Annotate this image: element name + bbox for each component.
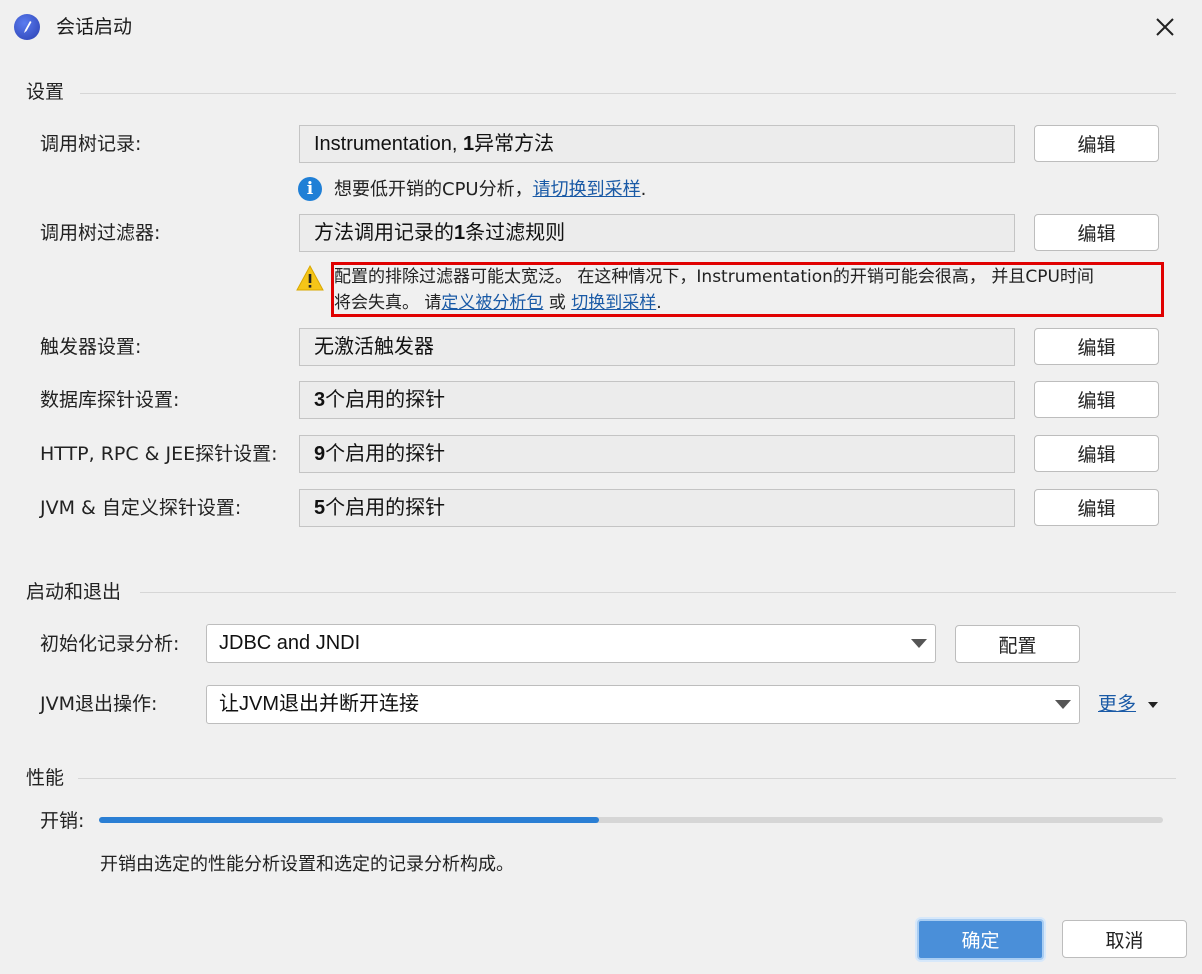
http-rpc-jee-probes-label: HTTP, RPC & JEE探针设置:: [40, 443, 278, 465]
more-link[interactable]: 更多: [1098, 693, 1136, 715]
ok-button[interactable]: 确定: [917, 919, 1044, 960]
settings-separator: [80, 93, 1176, 94]
performance-separator: [78, 778, 1176, 779]
edit-call-tree-filter-button[interactable]: 编辑: [1034, 214, 1159, 251]
jvm-exit-action-label: JVM退出操作:: [40, 693, 158, 715]
edit-call-tree-recording-button[interactable]: 编辑: [1034, 125, 1159, 162]
call-tree-filter-label: 调用树过滤器:: [40, 222, 161, 244]
jvm-custom-probes-field: 5个启用的探针: [299, 489, 1015, 527]
overhead-description: 开销由选定的性能分析设置和选定的记录分析构成。: [100, 854, 514, 875]
app-logo-icon: [14, 14, 40, 40]
window-title: 会话启动: [56, 16, 133, 38]
jvm-custom-probes-label: JVM & 自定义探针设置:: [40, 497, 242, 519]
chevron-down-icon: [1055, 700, 1071, 709]
http-rpc-jee-probes-field: 9个启用的探针: [299, 435, 1015, 473]
filter-warning-message: 配置的排除过滤器可能太宽泛。 在这种情况下，Instrumentation的开销…: [334, 267, 1094, 313]
performance-heading: 性能: [26, 767, 65, 789]
cancel-button[interactable]: 取消: [1062, 920, 1187, 958]
switch-to-sampling-link[interactable]: 请切换到采样: [533, 179, 641, 200]
configure-button[interactable]: 配置: [955, 625, 1080, 663]
define-profiled-packages-link[interactable]: 定义被分析包: [441, 293, 543, 313]
more-dropdown[interactable]: 更多: [1098, 692, 1159, 716]
jvm-exit-action-select[interactable]: 让JVM退出并断开连接: [206, 685, 1080, 724]
call-tree-recording-field: Instrumentation, 1异常方法: [299, 125, 1015, 163]
edit-trigger-settings-button[interactable]: 编辑: [1034, 328, 1159, 365]
call-tree-recording-label: 调用树记录:: [40, 133, 142, 155]
initial-recording-label: 初始化记录分析:: [40, 633, 180, 655]
startup-exit-separator: [140, 592, 1176, 593]
switch-to-sampling-link-2[interactable]: 切换到采样: [571, 293, 656, 313]
settings-heading: 设置: [26, 81, 65, 103]
cpu-sampling-note: 想要低开销的CPU分析，请切换到采样.: [334, 179, 647, 200]
startup-exit-heading: 启动和退出: [26, 581, 122, 603]
chevron-down-icon: [911, 639, 927, 648]
caret-down-icon: [1148, 701, 1159, 708]
initial-recording-select[interactable]: JDBC and JNDI: [206, 624, 936, 663]
edit-database-probes-button[interactable]: 编辑: [1034, 381, 1159, 418]
database-probes-field: 3个启用的探针: [299, 381, 1015, 419]
edit-http-rpc-jee-probes-button[interactable]: 编辑: [1034, 435, 1159, 472]
overhead-bar: [99, 817, 1163, 823]
close-button[interactable]: [1150, 12, 1180, 42]
overhead-bar-fill: [99, 817, 600, 823]
edit-jvm-custom-probes-button[interactable]: 编辑: [1034, 489, 1159, 526]
overhead-label: 开销:: [40, 810, 85, 832]
warning-icon: [296, 264, 324, 291]
info-icon: i: [298, 177, 322, 201]
trigger-settings-label: 触发器设置:: [40, 336, 142, 358]
database-probes-label: 数据库探针设置:: [40, 389, 180, 411]
close-icon: [1156, 18, 1174, 36]
call-tree-filter-field: 方法调用记录的1条过滤规则: [299, 214, 1015, 252]
trigger-settings-field: 无激活触发器: [299, 328, 1015, 366]
